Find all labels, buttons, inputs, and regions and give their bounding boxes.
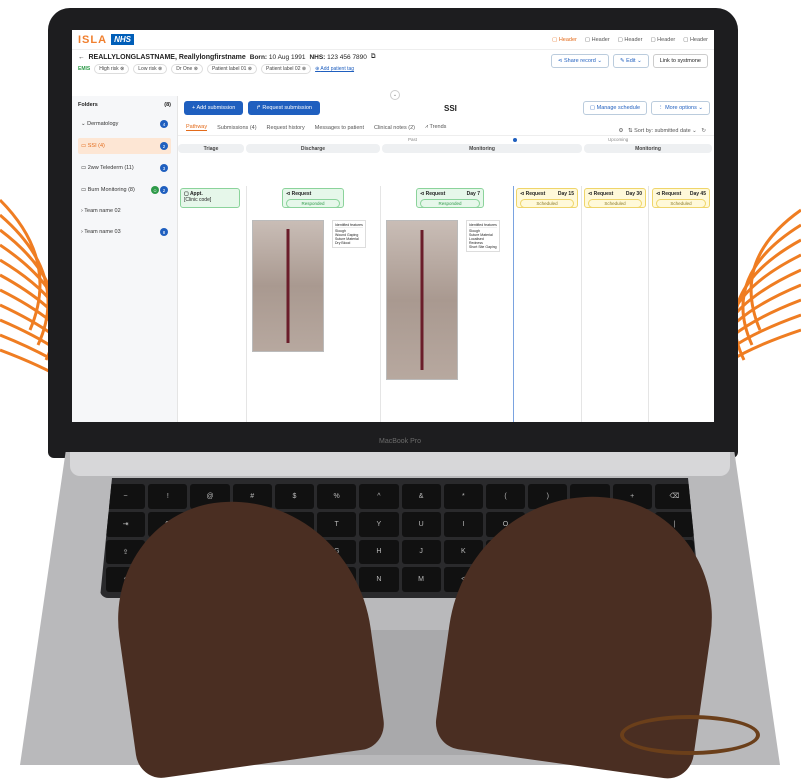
- nhs-badge: NHS: [111, 34, 134, 45]
- header-tabs: ▢ Header ▢ Header ▢ Header ▢ Header ▢ He…: [552, 37, 708, 43]
- keyboard-key: *: [443, 484, 483, 509]
- tag-dr-one[interactable]: Dr One ⊗: [171, 64, 203, 74]
- header-tab-3[interactable]: ▢ Header: [618, 37, 643, 43]
- patient-nhs: NHS: 123 456 7890: [309, 53, 367, 61]
- sidebar-item-telederm[interactable]: ▭ 2ww Telederm (11) 3: [78, 160, 171, 176]
- keyboard-key: ^: [359, 484, 399, 509]
- pathway-columns: ▢ Appt. [Clinic code] ⊲ Request Responde…: [178, 186, 714, 422]
- stage-monitoring: Monitoring: [382, 144, 582, 153]
- timeline-labels: Past Upcoming: [178, 136, 714, 144]
- keyboard-key: I: [443, 511, 483, 537]
- share-record-button[interactable]: ⋖ Share record ⌄: [550, 54, 609, 68]
- tag-high-risk[interactable]: High risk ⊗: [94, 64, 130, 74]
- wound-line: [420, 230, 424, 370]
- wound-photo-1[interactable]: [252, 220, 324, 352]
- stage-monitoring-upcoming: Monitoring: [584, 144, 712, 153]
- back-arrow-icon[interactable]: ←: [78, 54, 85, 61]
- keyboard-key: M: [401, 567, 441, 592]
- tag-label-01[interactable]: Patient label 01 ⊗: [206, 64, 258, 74]
- emis-badge: EMIS: [78, 66, 91, 72]
- tab-clinical-notes[interactable]: Clinical notes (2): [374, 125, 415, 131]
- stage-headers: Triage Discharge Monitoring Monitoring: [178, 144, 714, 153]
- keyboard-key: %: [317, 484, 357, 509]
- sidebar-item-team-02[interactable]: › Team name 02: [78, 204, 171, 218]
- keyboard-key: &: [401, 484, 441, 509]
- now-marker: [513, 138, 517, 142]
- tab-pathway[interactable]: Pathway: [186, 124, 208, 131]
- keyboard-key: $: [274, 484, 315, 509]
- folders-sidebar: Folders (8) ⌄ Dermatology 4 ▭ SSI (4) 2 ▭ 2…: [72, 96, 178, 422]
- request-card-4[interactable]: ⊲ Request Day 30 Scheduled: [584, 188, 646, 208]
- tag-low-risk[interactable]: Low risk ⊗: [133, 64, 168, 74]
- request-card-5[interactable]: ⊲ Request Day 45 Scheduled: [652, 188, 710, 208]
- edit-button[interactable]: ✎ Edit ⌄: [612, 54, 649, 68]
- request-card-1[interactable]: ⊲ Request Responded: [282, 188, 344, 208]
- tab-submissions[interactable]: Submissions (4): [217, 125, 256, 131]
- app-screen: ISLA NHS ▢ Header ▢ Header ▢ Header ▢ He…: [72, 30, 714, 422]
- header-tab-4[interactable]: ▢ Header: [650, 37, 675, 43]
- more-options-button[interactable]: ⋮ More options ⌄: [651, 101, 710, 115]
- keyboard-key: Y: [359, 511, 399, 537]
- stage-triage: Triage: [178, 144, 244, 153]
- logo: ISLA NHS: [78, 34, 134, 46]
- keyboard-key: T: [317, 511, 357, 537]
- keyboard-key: H: [359, 539, 399, 565]
- add-patient-tag-link[interactable]: ⊕ Add patient tag: [315, 66, 354, 72]
- pathway-content: + Add submission ↱ Request submission SS…: [178, 96, 714, 422]
- page-title: SSI: [444, 104, 457, 113]
- request-card-2[interactable]: ⊲ Request Day 7 Responded: [416, 188, 484, 208]
- link-systmone-button[interactable]: Link to systmone: [652, 54, 708, 68]
- folders-heading: Folders (8): [78, 102, 171, 108]
- laptop-hinge: [70, 452, 730, 476]
- wound-line: [286, 228, 290, 344]
- keyboard-key: ⇥: [106, 511, 146, 537]
- tab-request-history[interactable]: Request history: [267, 125, 305, 131]
- features-panel-2: Identified features Slough Suture Materi…: [466, 220, 500, 252]
- header-tab-1[interactable]: ▢ Header: [552, 37, 577, 43]
- header-tab-5[interactable]: ▢ Header: [683, 37, 708, 43]
- stage-discharge: Discharge: [246, 144, 380, 153]
- keyboard-key: (: [485, 484, 526, 509]
- tab-trends[interactable]: ⩘ Trends: [425, 124, 446, 131]
- keyboard-key: ~: [106, 484, 146, 509]
- top-bar: ISLA NHS ▢ Header ▢ Header ▢ Header ▢ He…: [72, 30, 714, 50]
- past-label: Past: [408, 137, 418, 142]
- features-panel-1: Identified features Slough Wound Gaping …: [332, 220, 366, 248]
- manage-schedule-button[interactable]: ▢ Manage schedule: [582, 101, 648, 115]
- patient-actions: ⋖ Share record ⌄ ✎ Edit ⌄ Link to systmo…: [550, 54, 708, 68]
- keyboard-key: U: [401, 511, 441, 537]
- keyboard-key: J: [401, 539, 441, 565]
- tag-label-02[interactable]: Patient label 02 ⊗: [261, 64, 312, 74]
- isla-logo: ISLA: [78, 33, 108, 46]
- keyboard-key: ⌫: [654, 484, 694, 509]
- wound-photo-2[interactable]: [386, 220, 458, 380]
- add-submission-button[interactable]: + Add submission: [184, 101, 244, 115]
- request-submission-button[interactable]: ↱ Request submission: [248, 101, 320, 115]
- appt-card[interactable]: ▢ Appt. [Clinic code]: [180, 188, 240, 208]
- sidebar-item-burn-monitoring[interactable]: ▭ Burn Monitoring (8) ☺ 2: [78, 182, 171, 198]
- patient-name: REALLYLONGLASTNAME, Reallylongfirstname: [88, 53, 246, 61]
- keyboard-key: N: [359, 567, 399, 592]
- tab-messages[interactable]: Messages to patient: [315, 125, 364, 131]
- device-label: MacBook Pro: [378, 438, 422, 445]
- copy-icon[interactable]: ⧉: [371, 53, 376, 61]
- patient-born: Born: 10 Aug 1991: [249, 53, 306, 61]
- sidebar-item-ssi[interactable]: ▭ SSI (4) 2: [78, 138, 171, 154]
- header-tab-2[interactable]: ▢ Header: [585, 37, 610, 43]
- upcoming-label: Upcoming: [608, 137, 629, 142]
- sort-dropdown[interactable]: ⚙ ⇅ Sort by: submitted date ⌄ ↻: [618, 128, 706, 134]
- sidebar-item-dermatology[interactable]: ⌄ Dermatology 4: [78, 116, 171, 132]
- keyboard-key: !: [148, 484, 188, 509]
- sidebar-item-team-03[interactable]: › Team name 03 8: [78, 224, 171, 240]
- request-card-3[interactable]: ⊲ Request Day 15 Scheduled: [516, 188, 578, 208]
- bracelet: [620, 715, 760, 755]
